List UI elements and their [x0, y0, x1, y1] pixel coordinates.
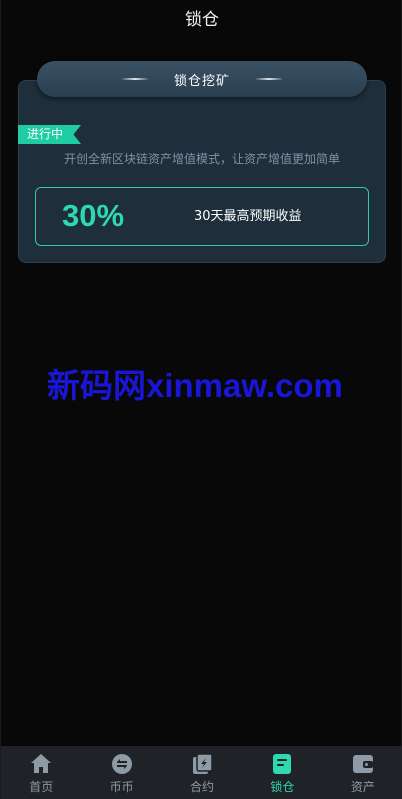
- wallet-icon: [352, 755, 373, 773]
- exchange-icon: [111, 754, 132, 774]
- watermark: 新码网xinmaw.com: [47, 367, 343, 404]
- yield-rate: 30%: [62, 198, 125, 233]
- tab-label: 首页: [29, 780, 54, 794]
- tab-lock-position[interactable]: 锁仓: [242, 746, 322, 799]
- card-header: 锁仓挖矿: [37, 61, 367, 97]
- tab-contract[interactable]: 合约: [162, 746, 242, 799]
- header-divider-right: [256, 78, 282, 80]
- home-icon: [31, 754, 52, 773]
- card-title: 锁仓挖矿: [173, 73, 230, 89]
- yield-box: 30% 30天最高预期收益: [35, 187, 369, 246]
- status-badge: 进行中: [18, 125, 81, 144]
- tab-label: 资产: [350, 780, 375, 794]
- header-divider-left: [121, 78, 148, 80]
- tab-home[interactable]: 首页: [1, 746, 81, 799]
- bottom-tab-bar: 首页 币币 合约 锁仓 资产: [1, 746, 402, 799]
- tab-label: 合约: [190, 780, 215, 794]
- tab-exchange[interactable]: 币币: [81, 746, 161, 799]
- yield-rate-label: 30天最高预期收益: [194, 209, 302, 224]
- tab-label: 锁仓: [270, 780, 295, 794]
- contract-icon: [193, 753, 213, 774]
- card-description: 开创全新区块链资产增值模式，让资产增值更加简单: [63, 152, 340, 166]
- lock-position-icon: [273, 754, 292, 774]
- tab-assets[interactable]: 资产: [323, 746, 402, 799]
- tab-label: 币币: [109, 780, 134, 794]
- app-screen: 锁仓 锁仓挖矿 进行中 开创全新区块链资产增值模式，让资产增值更加简单 30% …: [0, 0, 402, 799]
- page-title: 锁仓: [185, 10, 219, 30]
